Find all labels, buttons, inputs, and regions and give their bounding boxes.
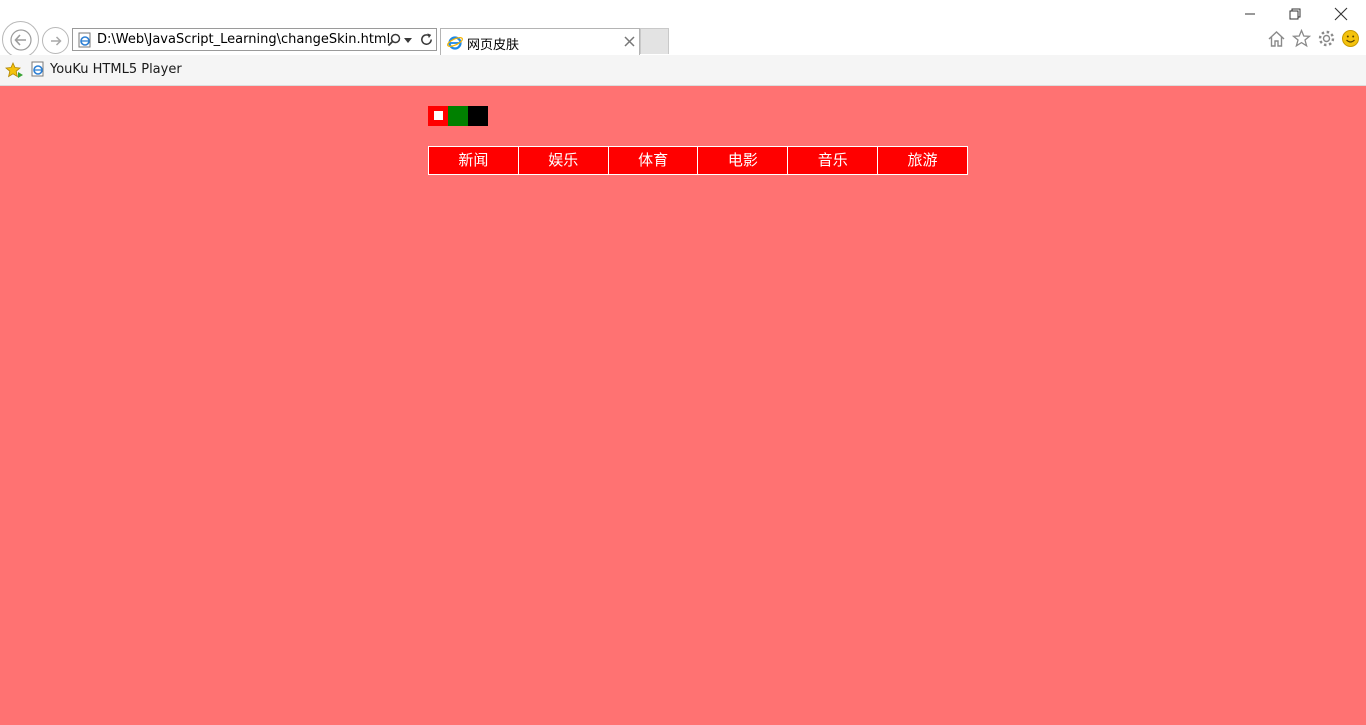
- selected-indicator: [434, 111, 443, 120]
- chevron-down-icon[interactable]: [404, 38, 412, 44]
- close-icon[interactable]: [624, 36, 635, 47]
- page-ie-icon: [78, 32, 91, 48]
- back-button[interactable]: [2, 21, 39, 58]
- page-ie-icon: [31, 61, 44, 77]
- nav-item[interactable]: 音乐: [788, 147, 879, 174]
- minimize-icon[interactable]: [1242, 6, 1258, 22]
- add-favorite-icon[interactable]: [5, 62, 23, 78]
- nav-menu: 新闻 娱乐 体育 电影 音乐 旅游: [428, 146, 968, 175]
- skin-switcher: [428, 106, 488, 126]
- nav-item[interactable]: 电影: [698, 147, 789, 174]
- close-window-icon[interactable]: [1333, 6, 1349, 22]
- star-icon[interactable]: [1292, 29, 1311, 48]
- forward-button[interactable]: [42, 27, 69, 54]
- gear-icon[interactable]: [1317, 29, 1336, 48]
- address-bar[interactable]: D:\Web\JavaScript_Learning\changeSkin.ht…: [72, 28, 437, 51]
- back-arrow-icon: [9, 28, 32, 51]
- skin-swatch-red[interactable]: [428, 106, 448, 126]
- search-icon[interactable]: [386, 32, 402, 48]
- new-tab-button[interactable]: [640, 28, 669, 54]
- nav-item[interactable]: 娱乐: [518, 147, 609, 174]
- browser-toolbar: D:\Web\JavaScript_Learning\changeSkin.ht…: [0, 0, 1366, 58]
- favorite-link-label: YouKu HTML5 Player: [50, 61, 182, 77]
- smiley-icon[interactable]: [1341, 29, 1360, 48]
- skin-swatch-green[interactable]: [448, 106, 468, 126]
- favorite-link[interactable]: YouKu HTML5 Player: [30, 61, 182, 77]
- tab-active[interactable]: 网页皮肤: [440, 28, 640, 55]
- nav-item[interactable]: 旅游: [878, 147, 968, 174]
- forward-arrow-icon: [50, 35, 62, 46]
- ie-icon: [447, 36, 463, 50]
- page-body: 新闻 娱乐 体育 电影 音乐 旅游: [0, 86, 1366, 725]
- favorites-bar: YouKu HTML5 Player: [0, 55, 1366, 86]
- tab-title: 网页皮肤: [467, 38, 520, 53]
- nav-item[interactable]: 新闻: [429, 147, 519, 174]
- restore-icon[interactable]: [1287, 6, 1303, 22]
- address-url[interactable]: D:\Web\JavaScript_Learning\changeSkin.ht…: [97, 32, 390, 47]
- nav-item[interactable]: 体育: [608, 147, 699, 174]
- refresh-icon[interactable]: [419, 32, 434, 47]
- home-icon[interactable]: [1267, 29, 1286, 48]
- skin-swatch-black[interactable]: [468, 106, 488, 126]
